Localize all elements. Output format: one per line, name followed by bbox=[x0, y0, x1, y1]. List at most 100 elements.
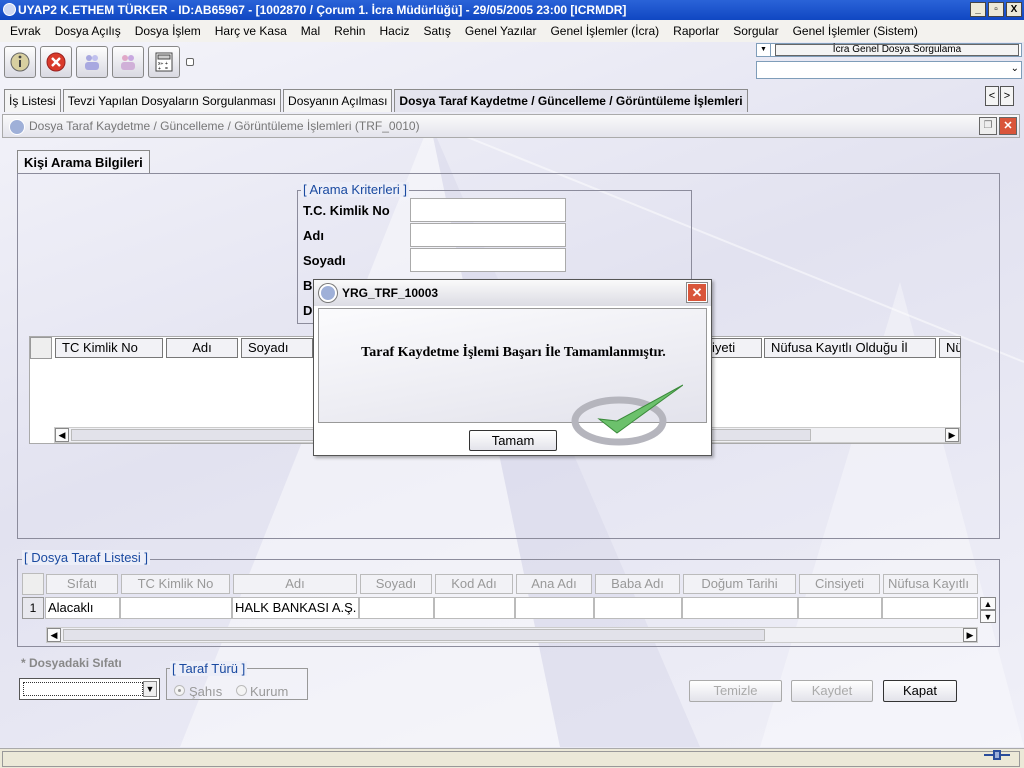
row-dogum-tarihi[interactable] bbox=[682, 597, 798, 619]
menu-dosya-islem[interactable]: Dosya İşlem bbox=[128, 24, 208, 38]
taraf-scroll-thumb[interactable] bbox=[63, 629, 765, 641]
taraf-grid-hscroll[interactable]: ◀ ▶ bbox=[46, 627, 978, 643]
user-group-icon bbox=[121, 55, 135, 70]
row-soyadi[interactable] bbox=[359, 597, 434, 619]
col-cinsiyeti[interactable]: iyeti bbox=[705, 338, 762, 358]
tab-tevzi-sorgulama[interactable]: Tevzi Yapılan Dosyaların Sorgulanması bbox=[62, 89, 282, 112]
col-taraf-tc[interactable]: TC Kimlik No bbox=[121, 574, 230, 594]
taraf-turu-legend: [ Taraf Türü ] bbox=[170, 661, 248, 676]
menu-genel-islemler-icra[interactable]: Genel İşlemler (İcra) bbox=[543, 24, 666, 38]
sifat-dropdown-icon[interactable]: ▼ bbox=[143, 681, 157, 697]
menu-rehin[interactable]: Rehin bbox=[327, 24, 372, 38]
row-sifati[interactable]: Alacaklı bbox=[45, 597, 120, 619]
scroll-left-icon[interactable]: ◀ bbox=[55, 428, 69, 442]
adi-label: Adı bbox=[303, 228, 324, 243]
cancel-button[interactable] bbox=[40, 46, 72, 78]
menu-sorgular[interactable]: Sorgular bbox=[726, 24, 785, 38]
col-tc-kimlik[interactable]: TC Kimlik No bbox=[55, 338, 163, 358]
col-taraf-adi[interactable]: Adı bbox=[233, 574, 357, 594]
kurum-radio[interactable] bbox=[236, 685, 247, 696]
menu-genel-islemler-sistem[interactable]: Genel İşlemler (Sistem) bbox=[786, 24, 925, 38]
menu-evrak[interactable]: Evrak bbox=[3, 24, 48, 38]
file-query-label[interactable]: İcra Genel Dosya Sorgulama bbox=[775, 44, 1019, 56]
col-nufus-more[interactable]: Nü bbox=[939, 338, 961, 358]
criteria-label-d: D bbox=[303, 303, 313, 318]
menu-haciz[interactable]: Haciz bbox=[372, 24, 416, 38]
tc-label: T.C. Kimlik No bbox=[303, 203, 390, 218]
info-button[interactable] bbox=[4, 46, 36, 78]
menu-raporlar[interactable]: Raporlar bbox=[666, 24, 726, 38]
close-icon bbox=[46, 52, 66, 72]
menu-harc-kasa[interactable]: Harç ve Kasa bbox=[208, 24, 294, 38]
minimize-button[interactable]: _ bbox=[970, 2, 986, 17]
col-taraf-cinsiyeti[interactable]: Cinsiyeti bbox=[799, 574, 880, 594]
kaydet-button[interactable]: Kaydet bbox=[791, 680, 873, 702]
menu-mal[interactable]: Mal bbox=[294, 24, 327, 38]
calculator-icon: x÷ ++ = bbox=[155, 52, 173, 72]
row-baba-adi[interactable] bbox=[594, 597, 682, 619]
row-kod-adi[interactable] bbox=[434, 597, 515, 619]
tab-dosya-acilmasi[interactable]: Dosyanın Açılması bbox=[283, 89, 393, 112]
col-baba-adi[interactable]: Baba Adı bbox=[595, 574, 680, 594]
col-ana-adi[interactable]: Ana Adı bbox=[516, 574, 592, 594]
col-nufus-il[interactable]: Nüfusa Kayıtlı Olduğu İl bbox=[764, 338, 936, 358]
soyadi-input[interactable] bbox=[410, 248, 566, 272]
col-adi[interactable]: Adı bbox=[166, 338, 238, 358]
row-tc[interactable] bbox=[120, 597, 232, 619]
adi-input[interactable] bbox=[410, 223, 566, 247]
row-nufus[interactable] bbox=[882, 597, 978, 619]
col-dogum-tarihi[interactable]: Doğum Tarihi bbox=[683, 574, 796, 594]
search-criteria-legend: [ Arama Kriterleri ] bbox=[301, 182, 410, 197]
col-sifati[interactable]: Sıfatı bbox=[46, 574, 118, 594]
close-button[interactable]: X bbox=[1006, 2, 1022, 17]
taraf-grid-vscroll[interactable]: ▲ ▼ bbox=[980, 597, 996, 623]
taraf-scroll-left-icon[interactable]: ◀ bbox=[47, 628, 61, 642]
users-button[interactable] bbox=[76, 46, 108, 78]
criteria-label-b: B bbox=[303, 278, 313, 293]
sifat-select[interactable]: ▼ bbox=[19, 678, 160, 700]
secondary-select[interactable]: ⌄ bbox=[756, 61, 1022, 79]
tab-is-listesi[interactable]: İş Listesi bbox=[4, 89, 61, 112]
status-panel bbox=[2, 751, 1020, 767]
dialog-ok-button[interactable]: Tamam bbox=[469, 430, 557, 451]
tab-kisi-arama[interactable]: Kişi Arama Bilgileri bbox=[17, 150, 150, 174]
col-taraf-nufus[interactable]: Nüfusa Kayıtlı bbox=[883, 574, 978, 594]
maximize-button[interactable]: ▫ bbox=[988, 2, 1004, 17]
row-cinsiyeti[interactable] bbox=[798, 597, 882, 619]
kapat-button[interactable]: Kapat bbox=[883, 680, 957, 702]
scroll-right-icon[interactable]: ▶ bbox=[945, 428, 959, 442]
row-adi[interactable]: HALK BANKASI A.Ş. bbox=[232, 597, 359, 619]
scroll-up-icon[interactable]: ▲ bbox=[980, 597, 996, 610]
app-logo-icon bbox=[9, 119, 25, 135]
tab-taraf-islemleri[interactable]: Dosya Taraf Kaydetme / Güncelleme / Görü… bbox=[394, 89, 748, 112]
restore-icon[interactable]: ❐ bbox=[979, 117, 997, 135]
subwindow-close-icon[interactable]: ✕ bbox=[999, 117, 1017, 135]
soyadi-label: Soyadı bbox=[303, 253, 346, 268]
window-title: UYAP2 K.ETHEM TÜRKER - ID:AB65967 - [100… bbox=[18, 3, 627, 17]
col-kod-adi[interactable]: Kod Adı bbox=[435, 574, 513, 594]
dialog-app-icon bbox=[319, 284, 337, 302]
dialog-close-icon[interactable]: ✕ bbox=[687, 283, 707, 302]
scroll-down-icon[interactable]: ▼ bbox=[980, 610, 996, 623]
tc-input[interactable] bbox=[410, 198, 566, 222]
menu-genel-yazilar[interactable]: Genel Yazılar bbox=[458, 24, 544, 38]
calculator-button[interactable]: x÷ + + = bbox=[148, 46, 180, 78]
col-taraf-soyadi[interactable]: Soyadı bbox=[360, 574, 432, 594]
tab-prev-button[interactable]: < bbox=[985, 86, 999, 106]
menu-dosya-acilis[interactable]: Dosya Açılış bbox=[48, 24, 128, 38]
row-ana-adi[interactable] bbox=[515, 597, 594, 619]
user-group-button[interactable] bbox=[112, 46, 144, 78]
combo-dropdown-icon[interactable]: ▼ bbox=[757, 44, 771, 56]
subwindow-header: Dosya Taraf Kaydetme / Güncelleme / Görü… bbox=[2, 114, 1020, 138]
row-number[interactable]: 1 bbox=[22, 597, 44, 619]
dialog-body: Taraf Kaydetme İşlemi Başarı İle Tamamla… bbox=[318, 308, 707, 446]
sahis-radio[interactable] bbox=[174, 685, 185, 696]
taraf-list-legend: [ Dosya Taraf Listesi ] bbox=[22, 550, 151, 565]
temizle-button[interactable]: Temizle bbox=[689, 680, 782, 702]
menu-satis[interactable]: Satış bbox=[417, 24, 458, 38]
file-query-combo[interactable]: ▼ İcra Genel Dosya Sorgulama bbox=[756, 43, 1022, 57]
tab-next-button[interactable]: > bbox=[1000, 86, 1014, 106]
col-soyadi[interactable]: Soyadı bbox=[241, 338, 313, 358]
taraf-scroll-right-icon[interactable]: ▶ bbox=[963, 628, 977, 642]
sahis-label: Şahıs bbox=[189, 684, 223, 699]
